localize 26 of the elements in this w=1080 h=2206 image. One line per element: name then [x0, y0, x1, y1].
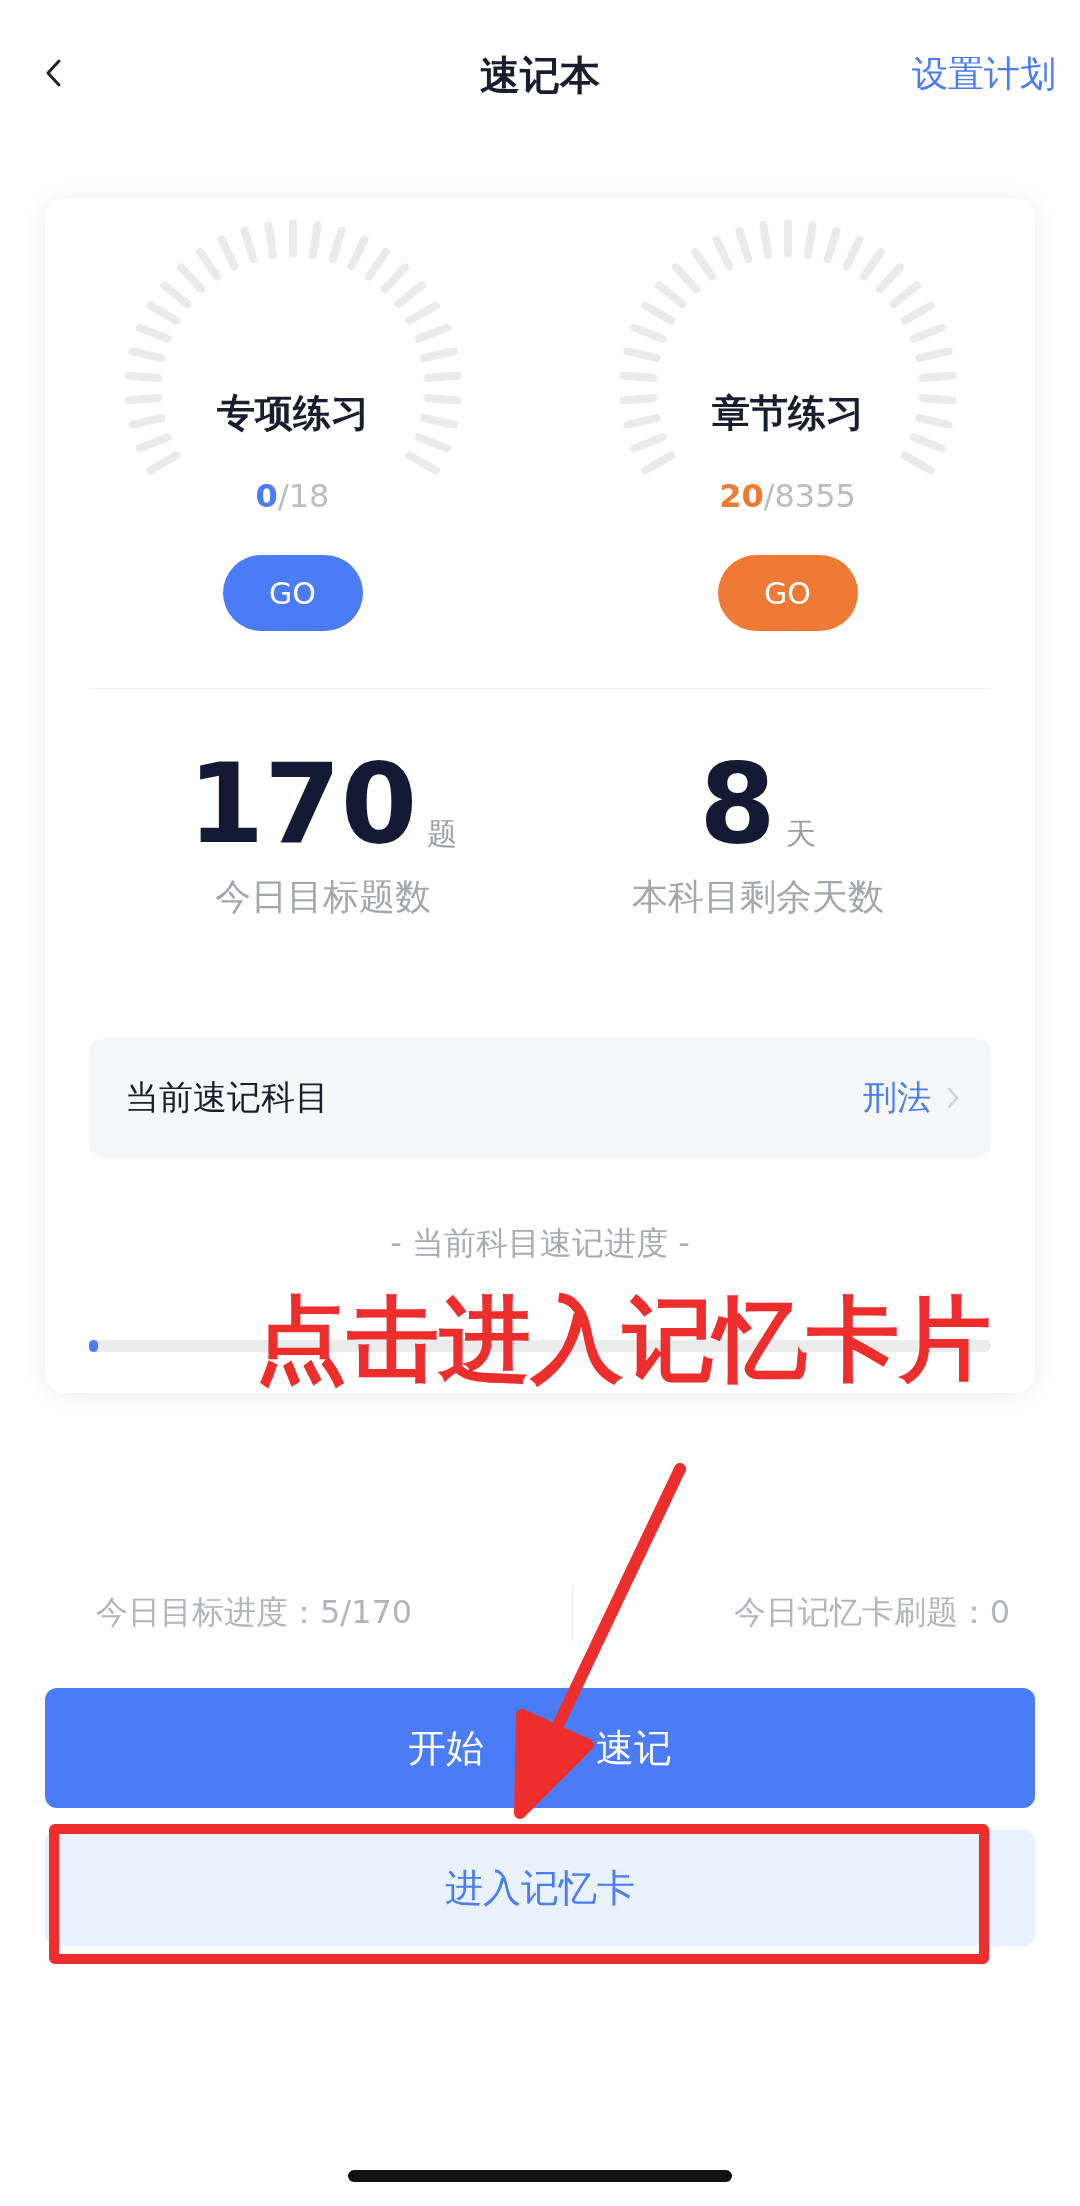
chevron-icon [947, 1087, 959, 1109]
memory-card-button[interactable]: 进入记忆卡 [45, 1830, 1035, 1946]
summary-text: 今日目标进度：5/170 [96, 1592, 413, 1633]
total-count: /8355 [763, 477, 856, 515]
summary-text: 今日记忆卡刷题：0 [733, 1592, 1010, 1633]
go-button[interactable]: GO [222, 555, 363, 631]
subject-label: 当前速记科目 [125, 1076, 329, 1119]
stat-value: 8 [699, 749, 776, 859]
start-button[interactable]: 开始 速记 [45, 1688, 1035, 1808]
total-count: /18 [277, 477, 330, 515]
stat-value: 170 [187, 749, 418, 859]
done-count: 0 [255, 477, 278, 515]
stat-unit: 题 [427, 815, 458, 853]
stat-label: 今日目标题数 [214, 875, 431, 919]
set-plan-link[interactable]: 设置计划 [912, 50, 1056, 99]
progress-title: - 当前科目速记进度 - [390, 1223, 690, 1264]
practice-title: 专项练习 [216, 390, 369, 437]
page-title: 速记本 [480, 50, 600, 100]
callout-text: 点击进入记忆卡片 [255, 1285, 991, 1395]
stat-label: 本科目剩余天数 [631, 875, 884, 919]
done-count: 20 [719, 477, 764, 515]
stat-unit: 天 [785, 815, 816, 853]
practice-title: 章节练习 [711, 390, 864, 437]
subject-value: 刑法 [863, 1076, 931, 1119]
subject-row[interactable]: 当前速记科目 刑法 [89, 1038, 991, 1158]
go-button[interactable]: GO [717, 555, 858, 631]
